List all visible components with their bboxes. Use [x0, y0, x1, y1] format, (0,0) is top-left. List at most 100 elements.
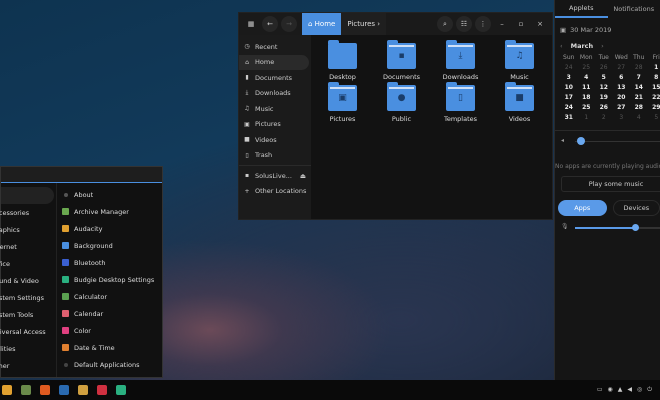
settings-icon[interactable]: ◎	[637, 386, 642, 394]
camera-icon[interactable]: ▭	[597, 386, 603, 394]
calendar-day[interactable]: 24	[560, 64, 578, 71]
tab-applets[interactable]: Applets	[555, 0, 608, 18]
menu-button[interactable]: ⋮	[475, 16, 491, 32]
folder-music[interactable]: ♫ Music	[490, 40, 549, 81]
view-toggle-button[interactable]: ☷	[456, 16, 472, 32]
tab-notifications[interactable]: Notifications	[608, 0, 660, 18]
folder-templates[interactable]: ▯ Templates	[431, 82, 490, 123]
calendar-day[interactable]: 4	[630, 114, 648, 121]
calendar-day[interactable]: 20	[613, 94, 631, 101]
calendar-day[interactable]: 28	[630, 104, 648, 111]
calendar-day[interactable]: 29	[648, 104, 660, 111]
category-item[interactable]: Office	[0, 255, 51, 272]
app-item[interactable]: Calculator	[62, 288, 154, 305]
calendar-day[interactable]: 4	[578, 74, 596, 81]
app-item[interactable]: Bluetooth	[62, 254, 154, 271]
mic-slider[interactable]: 🎙	[555, 218, 660, 236]
taskbar-firefox-icon[interactable]	[40, 385, 50, 395]
taskbar-rhythmbox-icon[interactable]	[78, 385, 88, 395]
folder-downloads[interactable]: ⤓ Downloads	[431, 40, 490, 81]
calendar-day[interactable]: 15	[648, 84, 660, 91]
calendar-day[interactable]: 1	[648, 64, 660, 71]
folder-public[interactable]: ● Public	[372, 82, 431, 123]
category-item[interactable]: Other	[0, 357, 51, 374]
sidebar-item-other-locations[interactable]: + Other Locations	[239, 184, 311, 200]
taskbar-budgie-icon[interactable]	[116, 385, 126, 395]
calendar-day[interactable]: 25	[578, 64, 596, 71]
maximize-button[interactable]: ▫	[513, 16, 529, 32]
calendar-day[interactable]: 11	[578, 84, 596, 91]
sidebar-item-home[interactable]: ⌂ Home	[239, 54, 309, 70]
folder-documents[interactable]: ▪ Documents	[372, 40, 431, 81]
taskbar-menu-icon[interactable]	[2, 385, 12, 395]
calendar-day[interactable]: 1	[578, 114, 596, 121]
volume-knob[interactable]	[576, 137, 585, 145]
forward-button[interactable]: →	[281, 16, 297, 32]
sidebar-toggle-icon[interactable]: ▦	[243, 16, 259, 32]
calendar-day[interactable]: 8	[648, 74, 660, 81]
mic-knob[interactable]	[631, 224, 639, 231]
calendar-day[interactable]: 18	[578, 94, 596, 101]
calendar-day[interactable]: 10	[560, 84, 578, 91]
category-item[interactable]: System Tools	[0, 306, 51, 323]
apps-toggle[interactable]: Apps	[558, 200, 607, 216]
calendar-day[interactable]: 21	[630, 94, 648, 101]
app-item[interactable]: Budgie Desktop Settings	[62, 271, 154, 288]
calendar-day[interactable]: 5	[648, 114, 660, 121]
folder-videos[interactable]: ■ Videos	[490, 82, 549, 123]
app-item[interactable]: About	[62, 186, 154, 203]
sidebar-item-recent[interactable]: ◷ Recent	[239, 39, 311, 55]
sidebar-item-videos[interactable]: ■ Videos	[239, 132, 311, 148]
calendar-day[interactable]: 3	[613, 114, 631, 121]
folder-desktop[interactable]: Desktop	[313, 40, 372, 81]
sidebar-item-documents[interactable]: ▮ Documents	[239, 70, 311, 86]
calendar-day[interactable]: 7	[630, 74, 648, 81]
calendar-day[interactable]: 31	[560, 114, 578, 121]
notification-icon[interactable]: ▲	[618, 386, 623, 394]
calendar-day[interactable]: 26	[595, 64, 613, 71]
calendar-day[interactable]: 24	[560, 104, 578, 111]
calendar-day[interactable]: 5	[595, 74, 613, 81]
calendar-day[interactable]: 3	[560, 74, 578, 81]
folder-pictures[interactable]: ▣ Pictures	[313, 82, 372, 123]
sidebar-item-soluslive-[interactable]: ▪ SolusLive... ⏏	[239, 168, 311, 184]
next-month-icon[interactable]: ›	[601, 42, 604, 50]
category-item[interactable]: Sound & Video	[0, 272, 51, 289]
volume-icon[interactable]: ◀	[627, 386, 632, 394]
crumb-pictures[interactable]: Pictures ›	[341, 13, 386, 35]
search-button[interactable]: ⌕	[437, 16, 453, 32]
all-category-highlight[interactable]	[1, 187, 54, 204]
volume-slider[interactable]: ◂	[555, 131, 660, 151]
app-item[interactable]: Archive Manager	[62, 203, 154, 220]
close-button[interactable]: ×	[532, 16, 548, 32]
app-item[interactable]: Background	[62, 237, 154, 254]
taskbar-app-icon[interactable]	[59, 385, 69, 395]
sidebar-item-music[interactable]: ♫ Music	[239, 101, 311, 117]
calendar-day[interactable]: 22	[648, 94, 660, 101]
taskbar-software-icon[interactable]	[97, 385, 107, 395]
calendar-day[interactable]: 17	[560, 94, 578, 101]
calendar-day[interactable]: 25	[578, 104, 596, 111]
app-item[interactable]: Audacity	[62, 220, 154, 237]
calendar-day[interactable]: 27	[613, 64, 631, 71]
app-item[interactable]: Color	[62, 322, 154, 339]
category-item[interactable]: Accessories	[0, 204, 51, 221]
calendar-day[interactable]: 2	[595, 114, 613, 121]
power-icon[interactable]: ⏻	[647, 386, 652, 394]
calendar-day[interactable]: 28	[630, 64, 648, 71]
app-item[interactable]: Calendar	[62, 305, 154, 322]
record-icon[interactable]: ◉	[608, 386, 613, 394]
calendar-day[interactable]: 6	[613, 74, 631, 81]
devices-toggle[interactable]: Devices	[612, 200, 660, 216]
minimize-button[interactable]: –	[494, 16, 510, 32]
crumb-home[interactable]: ⌂ Home	[302, 13, 342, 35]
category-item[interactable]: Internet	[0, 238, 51, 255]
taskbar-files-icon[interactable]	[21, 385, 31, 395]
calendar-day[interactable]: 26	[595, 104, 613, 111]
play-music-button[interactable]: Play some music	[561, 176, 660, 192]
app-item[interactable]: Date & Time	[62, 339, 154, 356]
category-item[interactable]: System Settings	[0, 289, 51, 306]
calendar-day[interactable]: 19	[595, 94, 613, 101]
calendar-day[interactable]: 13	[613, 84, 631, 91]
calendar-day[interactable]: 27	[613, 104, 631, 111]
